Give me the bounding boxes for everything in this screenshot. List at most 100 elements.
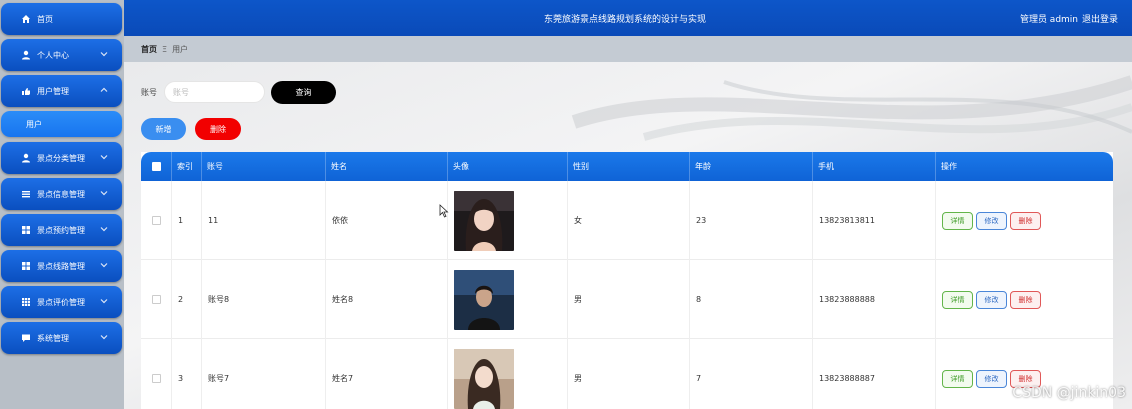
user-table: 索引 账号 姓名 头像 性别 年龄 手机 操作 1 11 依依 女 23 138… [141, 152, 1113, 409]
cell-age: 23 [689, 181, 812, 260]
cell-name: 姓名8 [325, 260, 447, 339]
chevron-down-icon [100, 189, 108, 197]
table-icon [21, 297, 31, 307]
row-checkbox[interactable] [151, 295, 161, 304]
column-header-index: 索引 [171, 152, 201, 181]
edit-button[interactable]: 修改 [976, 290, 1007, 309]
select-all-checkbox[interactable] [151, 162, 161, 171]
sidebar-item-scenic-route[interactable]: 景点线路管理 [1, 250, 122, 282]
sidebar-item-scenic-review[interactable]: 景点评价管理 [1, 286, 122, 318]
row-checkbox[interactable] [151, 216, 161, 225]
main-content: 账号 查询 新增 删除 索引 账号 姓名 头像 性别 年龄 手机 操作 1 11… [124, 62, 1132, 409]
sidebar-item-scenic-info[interactable]: 景点信息管理 [1, 178, 122, 210]
cell-name: 依依 [325, 181, 447, 260]
cell-gender: 女 [567, 181, 689, 260]
edit-button[interactable]: 修改 [976, 211, 1007, 230]
column-header-age: 年龄 [689, 152, 812, 181]
column-header-name: 姓名 [325, 152, 447, 181]
sidebar-item-user-management[interactable]: 用户管理 [1, 75, 122, 107]
mouse-cursor-icon [439, 204, 449, 218]
list-icon [21, 189, 31, 199]
breadcrumb: 首页 Ξ 用户 [124, 36, 1132, 62]
chevron-down-icon [100, 333, 108, 341]
grid-icon [21, 261, 31, 271]
avatar [454, 348, 514, 409]
column-header-actions: 操作 [935, 152, 1113, 181]
add-button[interactable]: 新增 [141, 118, 186, 140]
avatar [454, 190, 514, 251]
sidebar-item-label: 景点分类管理 [37, 153, 85, 163]
table-row: 3 账号7 姓名7 男 7 13823888887 详情 修改 删除 [141, 339, 1113, 409]
chevron-down-icon [100, 261, 108, 269]
detail-button[interactable]: 详情 [942, 369, 973, 388]
cell-avatar [447, 181, 567, 260]
chevron-down-icon [100, 225, 108, 233]
user-icon [21, 153, 31, 163]
row-checkbox[interactable] [151, 374, 161, 383]
sidebar-item-label: 景点信息管理 [37, 189, 85, 199]
breadcrumb-home[interactable]: 首页 [141, 44, 157, 55]
table-row: 1 11 依依 女 23 13823813811 详情 修改 删除 [141, 181, 1113, 260]
detail-button[interactable]: 详情 [942, 290, 973, 309]
table-row: 2 账号8 姓名8 男 8 13823888888 详情 修改 删除 [141, 260, 1113, 339]
column-header-gender: 性别 [567, 152, 689, 181]
cell-avatar [447, 260, 567, 339]
edit-button[interactable]: 修改 [976, 369, 1007, 388]
batch-delete-button[interactable]: 删除 [195, 118, 241, 140]
delete-button[interactable]: 删除 [1010, 211, 1041, 230]
search-label: 账号 [141, 88, 157, 97]
logout-link[interactable]: 退出登录 [1082, 12, 1118, 25]
top-header: 东莞旅游景点线路规划系统的设计与实现 管理员 admin 退出登录 [124, 0, 1132, 36]
cell-phone: 13823813811 [812, 181, 935, 260]
breadcrumb-current: 用户 [172, 44, 189, 54]
cell-gender: 男 [567, 260, 689, 339]
cell-name: 姓名7 [325, 339, 447, 409]
sidebar-item-system[interactable]: 系统管理 [1, 322, 122, 354]
breadcrumb-separator-icon: Ξ [162, 44, 168, 54]
cell-age: 7 [689, 339, 812, 409]
chevron-up-icon [100, 86, 108, 94]
watermark-text: CSDN @jinkin03 [1012, 385, 1126, 401]
delete-button[interactable]: 删除 [1010, 290, 1041, 309]
cell-gender: 男 [567, 339, 689, 409]
cell-index: 1 [171, 181, 201, 260]
user-icon [21, 50, 31, 60]
cell-avatar [447, 339, 567, 409]
cell-actions: 详情 修改 删除 [935, 260, 1113, 339]
sidebar-item-personal-center[interactable]: 个人中心 [1, 39, 122, 71]
table-header: 索引 账号 姓名 头像 性别 年龄 手机 操作 [141, 152, 1113, 181]
sidebar-item-home[interactable]: 首页 [1, 3, 122, 35]
cell-actions: 详情 修改 删除 [935, 181, 1113, 260]
select-all-cell [141, 152, 171, 181]
sidebar-subitem-user[interactable]: 用户 [1, 111, 122, 137]
sidebar: 首页 个人中心 用户管理 用户 景点分类管理 景点信息管理 景点预约管理 景点线… [0, 0, 124, 409]
chevron-down-icon [100, 50, 108, 58]
cell-index: 2 [171, 260, 201, 339]
sidebar-item-label: 首页 [37, 14, 53, 24]
column-header-account: 账号 [201, 152, 325, 181]
users-manage-icon [21, 86, 31, 96]
sidebar-item-label: 景点预约管理 [37, 225, 85, 235]
sidebar-item-label: 用户管理 [37, 86, 69, 96]
sidebar-item-label: 景点线路管理 [37, 261, 85, 271]
account-search-input[interactable] [164, 81, 265, 103]
query-button[interactable]: 查询 [271, 81, 336, 104]
cell-age: 8 [689, 260, 812, 339]
sidebar-subitem-label: 用户 [26, 119, 42, 129]
cell-account: 11 [201, 181, 325, 260]
sidebar-item-scenic-booking[interactable]: 景点预约管理 [1, 214, 122, 246]
grid-icon [21, 225, 31, 235]
chevron-down-icon [100, 297, 108, 305]
cell-account: 账号7 [201, 339, 325, 409]
chevron-down-icon [100, 153, 108, 161]
sidebar-item-label: 景点评价管理 [37, 297, 85, 307]
cell-account: 账号8 [201, 260, 325, 339]
sidebar-item-scenic-category[interactable]: 景点分类管理 [1, 142, 122, 174]
message-icon [21, 333, 31, 343]
detail-button[interactable]: 详情 [942, 211, 973, 230]
current-user: 管理员 admin [1019, 15, 1078, 25]
cell-index: 3 [171, 339, 201, 409]
cell-phone: 13823888888 [812, 260, 935, 339]
column-header-phone: 手机 [812, 152, 935, 181]
cell-phone: 13823888887 [812, 339, 935, 409]
